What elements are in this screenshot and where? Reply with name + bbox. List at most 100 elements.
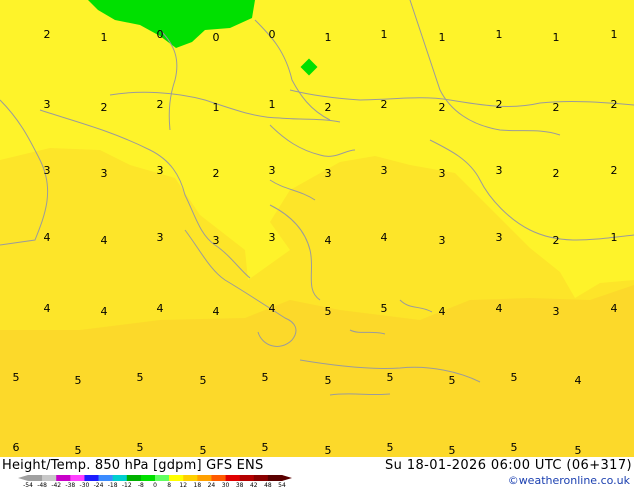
scale-arrow-left <box>18 475 28 481</box>
grid-value: 5 <box>262 371 269 384</box>
grid-value: 4 <box>496 302 503 315</box>
grid-value: 1 <box>269 98 276 111</box>
grid-value: 1 <box>611 231 618 244</box>
grid-value: 4 <box>44 302 51 315</box>
scale-segment <box>112 475 128 481</box>
scale-tick-label: -30 <box>80 482 90 487</box>
grid-value: 2 <box>44 28 51 41</box>
grid-value: 3 <box>496 231 503 244</box>
grid-value: 2 <box>101 101 108 114</box>
scale-tick-label: 54 <box>278 482 286 487</box>
grid-value: 5 <box>511 441 518 454</box>
scale-tick-label: -48 <box>37 482 47 487</box>
grid-value: 2 <box>213 167 220 180</box>
map-title: Height/Temp. 850 hPa [gdpm] GFS ENS <box>2 458 264 473</box>
grid-value: 1 <box>611 28 618 41</box>
scale-segment <box>253 475 269 481</box>
grid-value: 5 <box>325 305 332 318</box>
grid-value: 1 <box>213 101 220 114</box>
grid-value: 4 <box>44 231 51 244</box>
scale-segment <box>42 475 57 481</box>
grid-value: 1 <box>496 28 503 41</box>
grid-value: 4 <box>575 374 582 387</box>
scale-tick-label: 42 <box>250 482 258 487</box>
scale-tick-label: -18 <box>108 482 118 487</box>
grid-value: 0 <box>213 31 220 44</box>
grid-value: 3 <box>439 234 446 247</box>
grid-value: 5 <box>13 371 20 384</box>
scale-segment <box>169 475 184 481</box>
grid-value: 5 <box>325 374 332 387</box>
grid-value: 2 <box>157 98 164 111</box>
grid-value: 4 <box>101 234 108 247</box>
scale-segment <box>267 475 283 481</box>
scale-segment <box>155 475 170 481</box>
scale-tick-label: 30 <box>222 482 230 487</box>
scale-tick-label: -54 <box>23 482 33 487</box>
grid-value: 3 <box>381 164 388 177</box>
scale-segment <box>225 475 240 481</box>
credit-link[interactable]: ©weatheronline.co.uk <box>508 474 630 487</box>
grid-value: 3 <box>157 164 164 177</box>
scale-tick-label: -42 <box>51 482 61 487</box>
grid-value: 4 <box>611 302 618 315</box>
grid-value: 2 <box>496 98 503 111</box>
grid-value: 5 <box>449 444 456 457</box>
temperature-map: 2 1 0 0 0 1 1 1 1 1 1 3 2 2 1 1 2 2 2 2 2 2 3 3 3 2 3 3 3 3 3 2 2 4 4 3 3 3 4 4… <box>0 0 634 457</box>
grid-value: 1 <box>439 31 446 44</box>
scale-segment <box>126 475 142 481</box>
grid-value: 5 <box>262 441 269 454</box>
grid-value: 3 <box>325 167 332 180</box>
scale-tick-label: 18 <box>194 482 202 487</box>
scale-segment <box>140 475 156 481</box>
grid-value: 2 <box>325 101 332 114</box>
grid-value: 5 <box>200 444 207 457</box>
grid-value: 3 <box>496 164 503 177</box>
scale-tick-label: 48 <box>264 482 272 487</box>
scale-segment <box>239 475 255 481</box>
map-datetime: Su 18-01-2026 06:00 UTC (06+317) <box>385 458 632 473</box>
scale-tick-label: -8 <box>138 482 144 487</box>
scale-segment <box>98 475 113 481</box>
grid-value: 3 <box>44 164 51 177</box>
scale-segment <box>197 475 212 481</box>
scale-arrow-right <box>282 475 292 481</box>
grid-value: 5 <box>325 444 332 457</box>
color-scale: -54 -48 -42 -38 -30 -24 -18 -12 -8 0 8 12 18 24 30 38 42… <box>18 475 292 487</box>
grid-value: 5 <box>449 374 456 387</box>
scale-tick-label: -38 <box>65 482 75 487</box>
grid-value: 5 <box>575 444 582 457</box>
grid-value: 4 <box>381 231 388 244</box>
grid-value: 2 <box>553 234 560 247</box>
grid-value: 5 <box>75 374 82 387</box>
scale-segment <box>56 475 71 481</box>
grid-value: 5 <box>75 444 82 457</box>
scale-tick-label: 12 <box>179 482 187 487</box>
scale-tick-label: 24 <box>208 482 216 487</box>
grid-value: 4 <box>325 234 332 247</box>
grid-value: 3 <box>213 234 220 247</box>
grid-value: 5 <box>387 441 394 454</box>
scale-tick-label: -12 <box>122 482 132 487</box>
grid-value: 3 <box>553 305 560 318</box>
grid-value: 0 <box>269 28 276 41</box>
grid-value: 5 <box>387 371 394 384</box>
grid-value: 2 <box>611 98 618 111</box>
grid-value: 2 <box>381 98 388 111</box>
scale-segment <box>84 475 99 481</box>
scale-segment <box>211 475 226 481</box>
grid-value: 5 <box>137 371 144 384</box>
grid-value: 4 <box>269 302 276 315</box>
grid-value: 4 <box>439 305 446 318</box>
grid-value: 1 <box>381 28 388 41</box>
grid-value: 2 <box>553 167 560 180</box>
grid-value: 5 <box>381 302 388 315</box>
grid-value: 5 <box>200 374 207 387</box>
grid-value: 6 <box>13 441 20 454</box>
grid-value: 2 <box>439 101 446 114</box>
scale-tick-label: 38 <box>236 482 244 487</box>
grid-value: 5 <box>511 371 518 384</box>
grid-value: 1 <box>553 31 560 44</box>
grid-value: 4 <box>157 302 164 315</box>
scale-segment <box>28 475 43 481</box>
